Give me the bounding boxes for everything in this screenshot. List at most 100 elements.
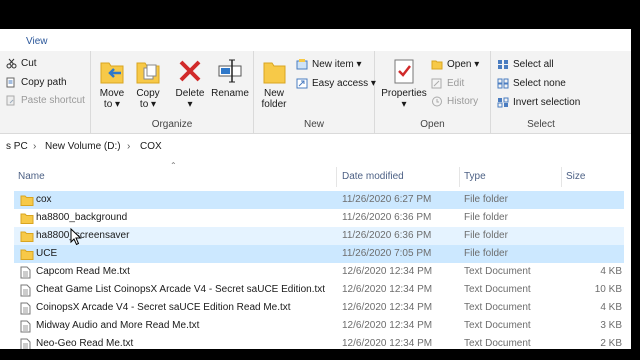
history-button[interactable]: History — [431, 96, 478, 107]
folder-icon — [20, 248, 34, 263]
move-to-label-2: to ▾ — [103, 99, 121, 110]
file-row[interactable]: CoinopsX Arcade V4 - Secret saUCE Editio… — [14, 299, 624, 317]
breadcrumb-this-pc[interactable]: s PC — [6, 141, 28, 152]
file-type: File folder — [464, 248, 508, 259]
mouse-pointer-icon — [70, 228, 82, 246]
select-none-label: Select none — [513, 78, 566, 89]
move-to-button[interactable]: Move to ▾ — [99, 57, 125, 110]
column-type[interactable]: Type — [464, 171, 486, 182]
rename-button[interactable]: Rename — [211, 57, 249, 99]
properties-icon — [394, 59, 414, 84]
file-size: 4 KB — [600, 302, 622, 313]
select-all-icon — [498, 60, 508, 69]
file-row[interactable]: Midway Audio and More Read Me.txt 12/6/20… — [14, 317, 624, 335]
column-divider[interactable] — [336, 167, 337, 187]
file-row[interactable]: Cheat Game List CoinopsX Arcade V4 - Sec… — [14, 281, 624, 299]
new-folder-button[interactable]: New folder — [260, 57, 288, 110]
copy-path-label: Copy path — [21, 77, 67, 88]
file-row[interactable]: cox 11/26/2020 6:27 PM File folder — [14, 191, 624, 209]
file-row[interactable]: ha8800_screensaver 11/26/2020 6:36 PM File… — [14, 227, 624, 245]
file-date-modified: 11/26/2020 6:36 PM — [342, 230, 432, 241]
column-name[interactable]: Name — [18, 171, 45, 182]
file-type: Text Document — [464, 338, 531, 349]
copy-to-label-2: to ▾ — [139, 99, 157, 110]
copy-to-folder-icon — [136, 62, 160, 84]
file-type: File folder — [464, 230, 508, 241]
invert-selection-button[interactable]: Invert selection — [497, 97, 580, 108]
new-folder-label: New — [263, 88, 284, 99]
new-group-label: New — [303, 119, 324, 130]
file-row[interactable]: Neo-Geo Read Me.txt 12/6/2020 12:34 PM Tex… — [14, 335, 624, 349]
file-size: 10 KB — [594, 284, 622, 295]
column-size[interactable]: Size — [566, 171, 585, 182]
select-all-label: Select all — [513, 59, 554, 70]
copy-to-button[interactable]: Copy to ▾ — [135, 57, 161, 110]
easy-access-icon — [296, 78, 308, 89]
select-group: Select all Select none Invert selection … — [491, 51, 591, 133]
file-row[interactable]: ha8800_background 11/26/2020 6:36 PM File … — [14, 209, 624, 227]
copy-path-icon — [6, 77, 15, 88]
easy-access-button[interactable]: Easy access ▾ — [296, 78, 376, 89]
copy-path-button[interactable]: Copy path — [6, 77, 67, 88]
file-date-modified: 12/6/2020 12:34 PM — [342, 266, 433, 277]
file-type: Text Document — [464, 302, 531, 313]
file-name: ha8800_background — [36, 212, 128, 223]
new-folder-label-2: folder — [261, 99, 287, 110]
properties-button[interactable]: Properties ▾ — [381, 57, 427, 110]
new-item-label: New item ▾ — [312, 59, 362, 70]
cut-button[interactable]: Cut — [6, 58, 37, 69]
organize-group: Move to ▾ Copy to ▾ Delete ▾ Rename Orga… — [91, 51, 254, 133]
file-type: File folder — [464, 212, 508, 223]
select-all-button[interactable]: Select all — [497, 59, 554, 70]
open-label: Open ▾ — [447, 59, 480, 70]
screen: View Cut Copy path Paste shortcut Move t… — [0, 0, 640, 360]
folder-icon — [20, 194, 34, 209]
delete-button[interactable]: Delete ▾ — [175, 57, 205, 110]
breadcrumb-new-volume[interactable]: New Volume (D:) — [45, 141, 121, 152]
column-divider[interactable] — [459, 167, 460, 187]
file-row[interactable]: Capcom Read Me.txt 12/6/2020 12:34 PM Text… — [14, 263, 624, 281]
file-size: 3 KB — [600, 320, 622, 331]
column-date-modified[interactable]: Date modified — [342, 171, 404, 182]
folder-icon — [20, 212, 34, 227]
paste-shortcut-button[interactable]: Paste shortcut — [6, 95, 85, 106]
delete-label: Delete — [175, 88, 205, 99]
new-item-button[interactable]: New item ▾ — [296, 59, 361, 70]
new-group: New folder New item ▾ Easy access ▾ New — [254, 51, 376, 133]
properties-label: Properties — [381, 88, 427, 99]
text-file-icon — [20, 320, 31, 336]
breadcrumb-separator: › — [33, 141, 37, 152]
address-bar[interactable]: s PC › New Volume (D:) › COX — [0, 137, 631, 159]
open-button[interactable]: Open ▾ — [431, 59, 479, 70]
breadcrumb-cox[interactable]: COX — [140, 141, 162, 152]
select-none-button[interactable]: Select none — [497, 78, 566, 89]
file-date-modified: 12/6/2020 12:34 PM — [342, 302, 433, 313]
text-file-icon — [20, 266, 31, 282]
file-size: 4 KB — [600, 266, 622, 277]
column-divider[interactable] — [561, 167, 562, 187]
properties-dropdown: ▾ — [401, 99, 407, 110]
file-date-modified: 12/6/2020 12:34 PM — [342, 338, 433, 349]
text-file-icon — [20, 302, 31, 318]
select-none-icon — [497, 78, 509, 89]
file-row[interactable]: UCE 11/26/2020 7:05 PM File folder — [14, 245, 624, 263]
history-label: History — [447, 96, 479, 107]
paste-shortcut-icon — [6, 95, 15, 106]
tab-view[interactable]: View — [26, 36, 48, 47]
file-date-modified: 12/6/2020 12:34 PM — [342, 320, 433, 331]
file-name: Capcom Read Me.txt — [36, 266, 130, 277]
file-explorer-window: View Cut Copy path Paste shortcut Move t… — [0, 29, 631, 349]
edit-button[interactable]: Edit — [431, 78, 464, 89]
move-to-folder-icon — [100, 62, 124, 84]
file-name: Cheat Game List CoinopsX Arcade V4 - Sec… — [36, 284, 326, 295]
select-group-label: Select — [527, 119, 555, 130]
file-date-modified: 11/26/2020 6:36 PM — [342, 212, 432, 223]
file-type: File folder — [464, 194, 508, 205]
file-name: Neo-Geo Read Me.txt — [36, 338, 134, 349]
organize-group-label: Organize — [151, 119, 193, 130]
file-size: 2 KB — [600, 338, 622, 349]
top-letterbox — [0, 0, 631, 29]
move-to-label: Move — [99, 88, 125, 99]
open-folder-icon — [431, 60, 443, 70]
easy-access-label: Easy access ▾ — [312, 78, 376, 89]
